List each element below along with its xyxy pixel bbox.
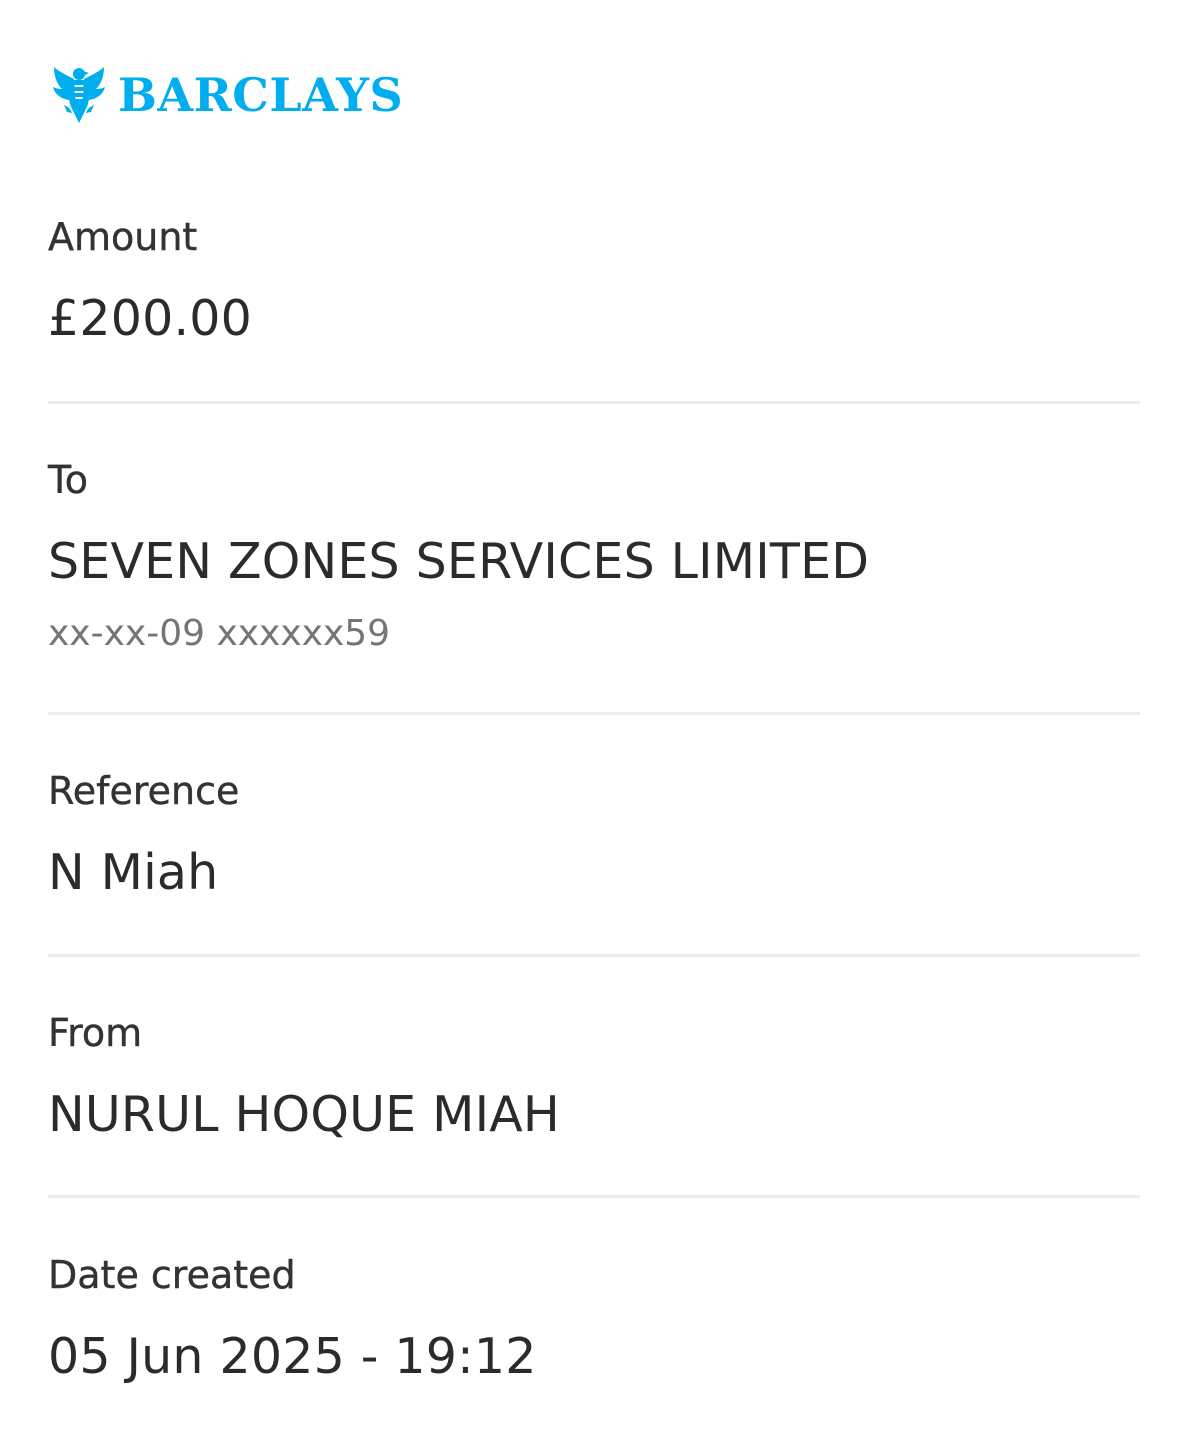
payer-section: From NURUL HOQUE MIAH (48, 1014, 1140, 1139)
divider (48, 401, 1140, 404)
payee-account-number: xx-xx-09 xxxxxx59 (48, 613, 391, 654)
reference-label: Reference (48, 769, 240, 813)
payee-name: SEVEN ZONES SERVICES LIMITED (48, 533, 870, 590)
payer-label: From (48, 1011, 143, 1055)
divider (48, 712, 1140, 715)
eagle-logo-icon (52, 65, 106, 125)
payee-label: To (48, 458, 89, 502)
date-label: Date created (48, 1253, 296, 1297)
divider (48, 1195, 1140, 1198)
brand-name: BARCLAYS (118, 68, 404, 122)
amount-value: £200.00 (48, 290, 253, 347)
amount-section: Amount £200.00 (48, 218, 1140, 343)
divider (48, 954, 1140, 957)
reference-section: Reference N Miah (48, 772, 1140, 897)
date-section: Date created 05 Jun 2025 - 19:12 (48, 1256, 1140, 1381)
payee-section: To SEVEN ZONES SERVICES LIMITED xx-xx-09… (48, 461, 1140, 652)
date-value: 05 Jun 2025 - 19:12 (48, 1328, 537, 1385)
reference-value: N Miah (48, 844, 219, 901)
payer-name: NURUL HOQUE MIAH (48, 1086, 560, 1143)
amount-label: Amount (48, 215, 198, 259)
barclays-logo: BARCLAYS (52, 64, 403, 126)
